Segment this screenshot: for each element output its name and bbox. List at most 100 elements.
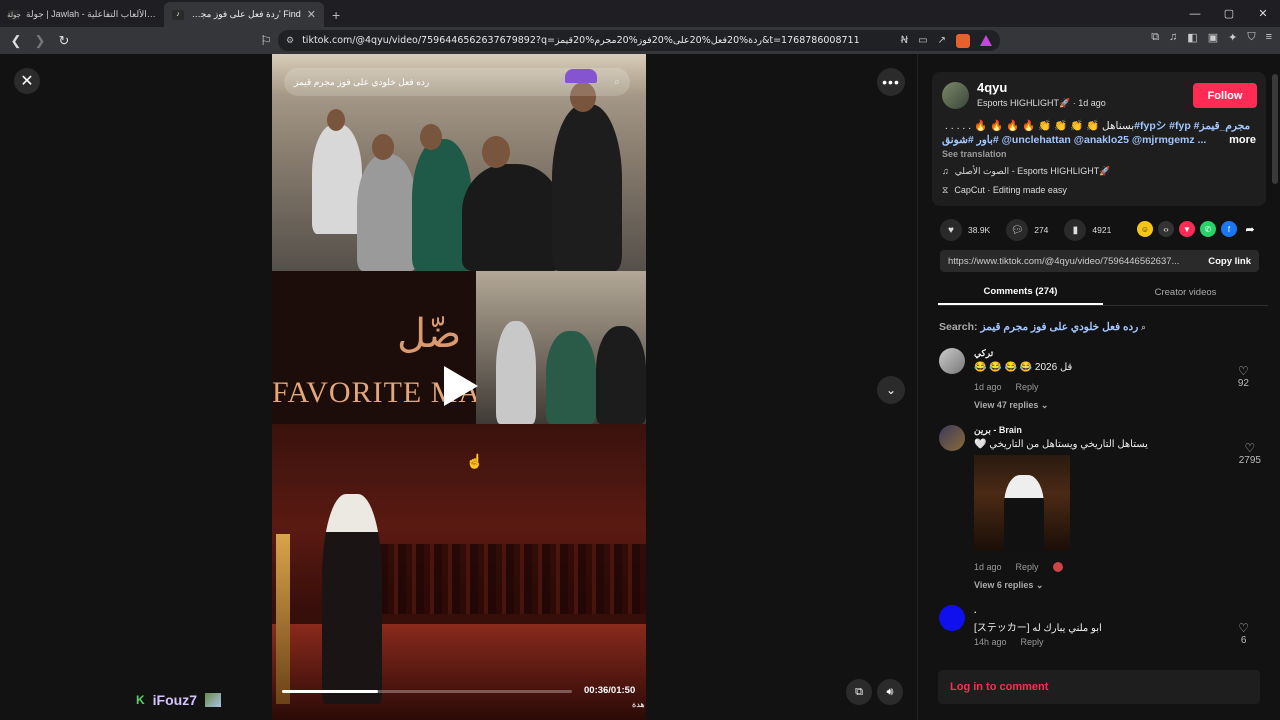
login-to-comment-button[interactable]: Log in to comment bbox=[938, 670, 1260, 704]
save-count: 4921 bbox=[1092, 225, 1112, 235]
author-subtitle: Esports HIGHLIGHT🚀 · 1d ago bbox=[977, 98, 1106, 108]
comment-author[interactable]: تركي bbox=[974, 348, 993, 359]
close-tab-icon[interactable]: ✕ bbox=[307, 8, 316, 21]
reload-icon[interactable]: ↻ bbox=[54, 31, 74, 51]
share-icon[interactable]: ↗ bbox=[938, 35, 946, 46]
comment-image[interactable] bbox=[974, 455, 1070, 551]
volume-button[interactable]: 🔊︎ bbox=[877, 679, 903, 705]
maximize-button[interactable]: ▢ bbox=[1212, 0, 1246, 27]
wallet-icon[interactable]: ▣ bbox=[1208, 31, 1218, 44]
reply-button[interactable]: Reply bbox=[1021, 637, 1044, 647]
reply-button[interactable]: Reply bbox=[1016, 562, 1039, 572]
tab-jawlah[interactable]: جولة جولة | Jawlah - منصة الألعاب التفاع… bbox=[0, 2, 164, 27]
leo-icon[interactable]: ✦ bbox=[1228, 31, 1237, 44]
avatar[interactable] bbox=[939, 348, 965, 374]
close-window-button[interactable]: ✕ bbox=[1246, 0, 1280, 27]
heart-icon[interactable]: ♡ bbox=[1238, 621, 1249, 635]
follow-button[interactable]: Follow bbox=[1193, 83, 1257, 108]
comment-age: 14h ago bbox=[974, 637, 1007, 647]
comment-age: 1d ago bbox=[974, 562, 1002, 572]
tab-title: جولة | Jawlah - منصة الألعاب التفاعلية bbox=[26, 9, 156, 19]
brave-rewards-icon[interactable] bbox=[980, 35, 992, 46]
new-tab-button[interactable]: + bbox=[324, 7, 348, 27]
comment-like[interactable]: ♡ 2795 bbox=[1239, 441, 1261, 466]
overlay-username: iFouz7 bbox=[152, 692, 198, 708]
media-icon[interactable]: ♫ bbox=[1169, 31, 1177, 44]
see-translation-link[interactable]: See translation bbox=[942, 149, 1007, 159]
author-username[interactable]: 4qyu bbox=[977, 80, 1007, 95]
music-note-icon: ♫ bbox=[942, 166, 949, 176]
comment-author[interactable]: . bbox=[974, 605, 977, 615]
embed-icon[interactable]: ‹› bbox=[1158, 221, 1174, 237]
overlay-image bbox=[205, 693, 222, 707]
picture-in-picture-button[interactable]: ⧉ bbox=[846, 679, 872, 705]
comment-item: برين - Brain يستاهل التاريخي ويستاهل من … bbox=[939, 425, 1261, 595]
video-search-bar[interactable]: رده فعل خلودي على فوز مجرم قيمز ⌕ bbox=[284, 68, 630, 96]
comment-count: 274 bbox=[1034, 225, 1049, 235]
comment-text: قل 2026 😂 😂 😂 😂 bbox=[974, 362, 1073, 373]
comment-author[interactable]: برين - Brain bbox=[974, 425, 1022, 436]
copy-link-button[interactable]: Copy link bbox=[1208, 256, 1251, 267]
creator-liked-icon bbox=[1052, 562, 1063, 572]
vpn-icon[interactable]: ⛉ bbox=[1247, 31, 1255, 44]
browser-tab-bar: جولة جولة | Jawlah - منصة الألعاب التفاع… bbox=[0, 0, 1280, 27]
video-progress-bar[interactable] bbox=[282, 690, 572, 693]
video-frame-stage bbox=[272, 424, 646, 720]
facebook-icon[interactable]: f bbox=[1221, 221, 1237, 237]
close-video-button[interactable]: ✕ bbox=[14, 68, 40, 94]
heart-icon[interactable]: ♡ bbox=[1239, 441, 1261, 455]
url-text[interactable]: tiktok.com/@4qyu/video/75964465626376798… bbox=[302, 35, 893, 46]
send-icon[interactable]: ▼ bbox=[1179, 221, 1195, 237]
reader-mode-icon[interactable]: Ꞥ bbox=[901, 35, 908, 46]
heart-icon[interactable]: ♡ bbox=[1238, 364, 1249, 378]
comment-icon[interactable]: 💬︎ bbox=[1006, 219, 1029, 241]
capcut-link[interactable]: ⧖ CapCut · Editing made easy bbox=[942, 185, 1067, 196]
back-icon[interactable]: ❮ bbox=[6, 31, 26, 51]
search-query-link[interactable]: رده فعل خلودي على فوز مجرم قيمز bbox=[980, 321, 1138, 333]
menu-icon[interactable]: ≡ bbox=[1266, 31, 1272, 44]
video-description: بسناهل 👏 👏 👏 👏 🔥 🔥 🔥 🔥 . . . . . #fypシ #… bbox=[942, 120, 1251, 146]
share-link-text[interactable]: https://www.tiktok.com/@4qyu/video/75964… bbox=[948, 256, 1208, 267]
screenshot-icon[interactable]: ⧉ bbox=[1151, 31, 1159, 44]
comment-like[interactable]: ♡ 6 bbox=[1238, 621, 1249, 646]
view-replies-button[interactable]: View 47 replies ⌄ bbox=[974, 400, 1048, 411]
avatar[interactable] bbox=[939, 605, 965, 631]
music-link[interactable]: ♫ الصوت الأصلي - Esports HIGHLIGHT🚀 bbox=[942, 166, 1110, 177]
next-video-button[interactable]: ⌄ bbox=[877, 376, 905, 404]
tab-title: Find 'ردة فعل على فوز مجرم قيمز' bbox=[190, 9, 301, 19]
bookmark-icon[interactable]: ▮ bbox=[1064, 219, 1087, 241]
tab-tiktok[interactable]: ♪ Find 'ردة فعل على فوز مجرم قيمز' ✕ bbox=[164, 2, 324, 27]
search-icon[interactable]: ⌕ bbox=[614, 76, 620, 89]
minimize-button[interactable]: — bbox=[1178, 0, 1212, 27]
comment-like[interactable]: ♡ 92 bbox=[1238, 364, 1249, 389]
tab-creator-videos[interactable]: Creator videos bbox=[1103, 280, 1268, 305]
repost-icon[interactable]: ☺ bbox=[1137, 221, 1153, 237]
more-options-button[interactable]: ••• bbox=[877, 68, 905, 96]
sidebar-icon[interactable]: ◧ bbox=[1187, 31, 1197, 44]
comment-item: تركي قل 2026 😂 😂 😂 😂 1d ago Reply View 4… bbox=[939, 348, 1259, 418]
video-player[interactable]: ضّل FAVORITE MA رده فعل خلودي على فوز مج… bbox=[272, 54, 646, 720]
whatsapp-icon[interactable]: ✆ bbox=[1200, 221, 1216, 237]
avatar[interactable] bbox=[939, 425, 965, 451]
forward-icon[interactable]: ❯ bbox=[30, 31, 50, 51]
jawlah-favicon-icon: جولة bbox=[7, 9, 21, 20]
author-avatar[interactable] bbox=[942, 82, 969, 109]
brave-shields-icon[interactable] bbox=[956, 33, 970, 48]
site-info-icon[interactable]: ⚙ bbox=[286, 35, 294, 46]
comment-text: يستاهل التاريخي ويستاهل من التاريخي 🤍 bbox=[974, 439, 1148, 450]
search-icon[interactable]: ⌕ bbox=[1141, 323, 1145, 332]
reply-button[interactable]: Reply bbox=[1016, 382, 1039, 392]
more-link[interactable]: more bbox=[1229, 134, 1256, 146]
play-icon[interactable] bbox=[444, 366, 478, 406]
address-bar[interactable]: ⚙ tiktok.com/@4qyu/video/759644656263767… bbox=[278, 30, 1000, 51]
panel-scrollbar[interactable] bbox=[1272, 74, 1278, 184]
bookmark-icon[interactable]: ⚐ bbox=[256, 31, 276, 51]
tab-comments[interactable]: Comments (274) bbox=[938, 280, 1103, 305]
like-icon[interactable]: ♥ bbox=[940, 219, 962, 241]
share-arrow-icon[interactable]: ➦ bbox=[1242, 221, 1258, 237]
author-card: 4qyu Esports HIGHLIGHT🚀 · 1d ago Follow … bbox=[932, 72, 1266, 206]
tiktok-favicon-icon: ♪ bbox=[172, 9, 184, 20]
cast-icon[interactable]: ▭ bbox=[918, 35, 927, 46]
view-replies-button[interactable]: View 6 replies ⌄ bbox=[974, 580, 1043, 591]
reaction-inset bbox=[476, 271, 646, 424]
